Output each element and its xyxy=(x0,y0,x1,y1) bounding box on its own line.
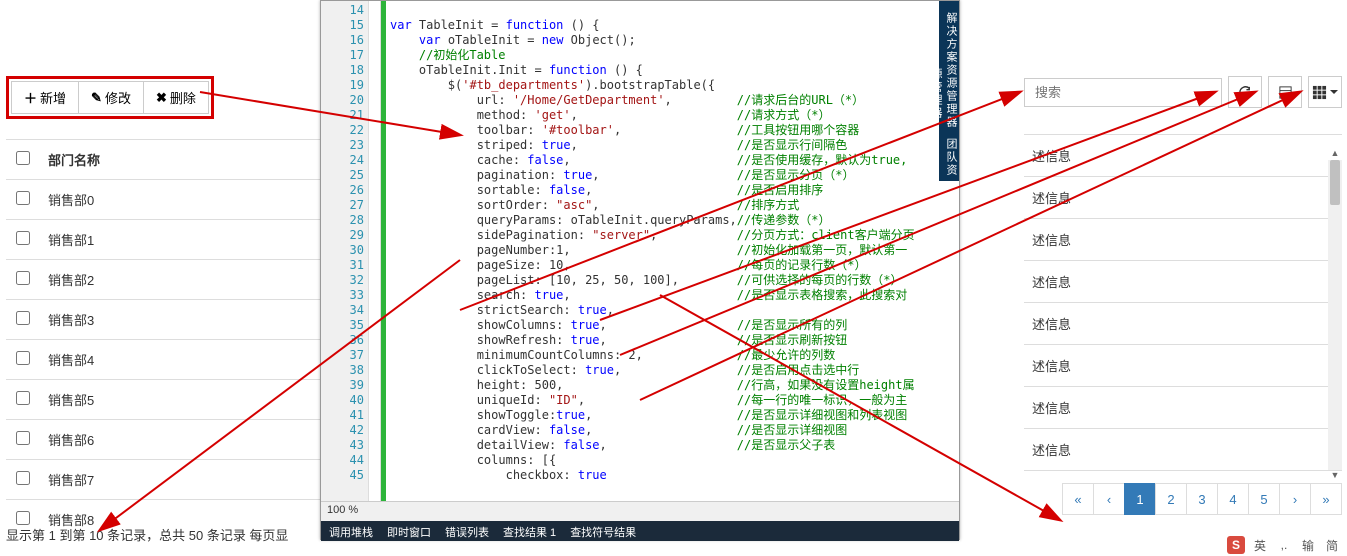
table-row[interactable]: 销售部3 xyxy=(6,300,336,340)
delete-label: 删除 xyxy=(170,88,196,107)
page-button[interactable]: 5 xyxy=(1248,483,1280,515)
table-row[interactable]: 销售部6 xyxy=(6,420,336,460)
editor-tab[interactable]: 即时窗口 xyxy=(387,524,431,538)
table-row[interactable]: 销售部2 xyxy=(6,260,336,300)
list-item[interactable]: 述信息 xyxy=(1024,345,1342,387)
row-checkbox[interactable] xyxy=(16,271,30,285)
page-button[interactable]: 4 xyxy=(1217,483,1249,515)
list-icon xyxy=(1278,85,1293,100)
card-list: 述信息述信息述信息述信息述信息述信息述信息述信息 xyxy=(1024,134,1342,471)
list-item[interactable]: 述信息 xyxy=(1024,429,1342,471)
row-checkbox[interactable] xyxy=(16,231,30,245)
row-name: 销售部2 xyxy=(40,260,336,300)
table-row[interactable]: 销售部7 xyxy=(6,460,336,500)
department-table: 部门名称 销售部0销售部1销售部2销售部3销售部4销售部5销售部6销售部7销售部… xyxy=(6,139,336,539)
add-button[interactable]: ＋新增 xyxy=(11,81,79,114)
page-button[interactable]: 3 xyxy=(1186,483,1218,515)
refresh-button[interactable] xyxy=(1228,76,1262,108)
scrollbar[interactable]: ▲ ▼ xyxy=(1328,160,1342,470)
ime-simp-icon[interactable]: 简 xyxy=(1323,536,1341,554)
row-name: 销售部4 xyxy=(40,340,336,380)
row-checkbox[interactable] xyxy=(16,191,30,205)
search-input[interactable] xyxy=(1024,78,1222,107)
editor-tab[interactable]: 调用堆栈 xyxy=(329,524,373,538)
list-item[interactable]: 述信息 xyxy=(1024,303,1342,345)
ime-lang[interactable]: 英 xyxy=(1251,536,1269,554)
editor-footer-tabs: 调用堆栈即时窗口错误列表查找结果 1 查找符号结果 xyxy=(321,521,959,541)
columns-button[interactable] xyxy=(1308,76,1342,108)
table-row[interactable]: 销售部1 xyxy=(6,220,336,260)
page-button[interactable]: ‹ xyxy=(1093,483,1125,515)
solution-explorer-tab[interactable]: 解决方案资源管理器 团队资源管理器 xyxy=(939,1,959,181)
row-checkbox[interactable] xyxy=(16,431,30,445)
row-checkbox[interactable] xyxy=(16,311,30,325)
row-checkbox[interactable] xyxy=(16,391,30,405)
grid-icon xyxy=(1312,85,1327,100)
delete-button[interactable]: ✖删除 xyxy=(143,81,209,114)
page-button[interactable]: « xyxy=(1062,483,1094,515)
pencil-icon: ✎ xyxy=(91,90,102,106)
row-name: 销售部3 xyxy=(40,300,336,340)
header-checkbox-cell xyxy=(6,140,40,180)
list-item[interactable]: 述信息 xyxy=(1024,387,1342,429)
edit-label: 修改 xyxy=(105,88,131,107)
ime-keyboard-icon[interactable]: 输 xyxy=(1299,536,1317,554)
zoom-level[interactable]: 100 % xyxy=(321,501,959,521)
table-row[interactable]: 销售部4 xyxy=(6,340,336,380)
editor-tab[interactable]: 查找符号结果 xyxy=(570,524,636,538)
toggle-button[interactable] xyxy=(1268,76,1302,108)
code-area[interactable]: var TableInit = function () { var oTable… xyxy=(386,1,959,501)
code-editor-overlay: 1415161718192021222324252627282930313233… xyxy=(320,0,960,540)
table-row[interactable]: 销售部5 xyxy=(6,380,336,420)
ime-punct-icon[interactable]: ,. xyxy=(1275,536,1293,554)
list-item[interactable]: 述信息 xyxy=(1024,177,1342,219)
table-row[interactable]: 销售部0 xyxy=(6,180,336,220)
scroll-down-icon[interactable]: ▼ xyxy=(1330,470,1340,482)
page-button[interactable]: 2 xyxy=(1155,483,1187,515)
list-item[interactable]: 述信息 xyxy=(1024,219,1342,261)
editor-tab[interactable]: 查找结果 1 xyxy=(503,524,556,538)
list-item[interactable]: 述信息 xyxy=(1024,135,1342,177)
toolbar: ＋新增 ✎修改 ✖删除 xyxy=(6,76,214,119)
page-button[interactable]: › xyxy=(1279,483,1311,515)
row-name: 销售部6 xyxy=(40,420,336,460)
plus-icon: ＋ xyxy=(24,88,37,107)
x-icon: ✖ xyxy=(156,90,167,106)
ime-toolbar: S 英 ,. 输 简 xyxy=(1227,536,1341,554)
pagination-info: 显示第 1 到第 10 条记录，总共 50 条记录 每页显 xyxy=(6,525,288,544)
header-name: 部门名称 xyxy=(40,140,336,180)
edit-button[interactable]: ✎修改 xyxy=(78,81,144,114)
row-checkbox[interactable] xyxy=(16,511,30,525)
scroll-thumb[interactable] xyxy=(1330,160,1340,205)
line-gutter: 1415161718192021222324252627282930313233… xyxy=(321,1,369,501)
right-toolbar xyxy=(1024,76,1342,108)
list-item[interactable]: 述信息 xyxy=(1024,261,1342,303)
row-checkbox[interactable] xyxy=(16,351,30,365)
fold-column xyxy=(369,1,381,501)
scroll-up-icon[interactable]: ▲ xyxy=(1330,148,1340,160)
page-button[interactable]: » xyxy=(1310,483,1342,515)
row-checkbox[interactable] xyxy=(16,471,30,485)
page-button[interactable]: 1 xyxy=(1124,483,1156,515)
row-name: 销售部1 xyxy=(40,220,336,260)
ime-sogou-icon[interactable]: S xyxy=(1227,536,1245,554)
add-label: 新增 xyxy=(40,88,66,107)
row-name: 销售部7 xyxy=(40,460,336,500)
row-name: 销售部5 xyxy=(40,380,336,420)
editor-tab[interactable]: 错误列表 xyxy=(445,524,489,538)
select-all-checkbox[interactable] xyxy=(16,151,30,165)
row-name: 销售部0 xyxy=(40,180,336,220)
refresh-icon xyxy=(1238,85,1253,100)
pagination: «‹12345›» xyxy=(1024,483,1342,515)
